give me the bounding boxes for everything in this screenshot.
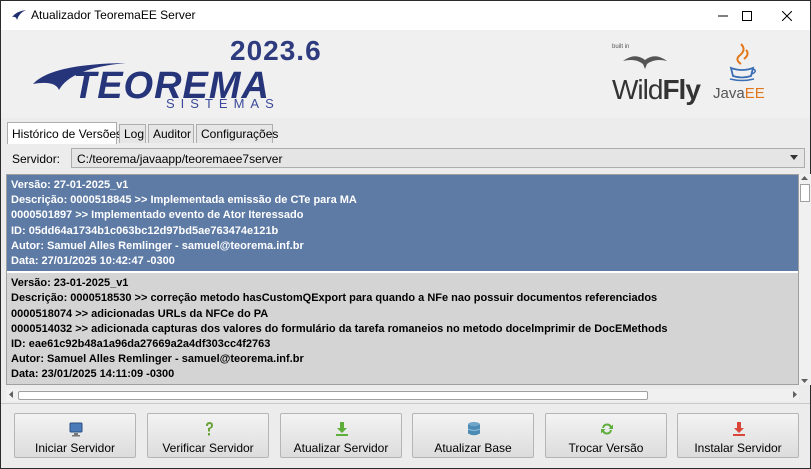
- tab-historico-versoes[interactable]: Histórico de Versões: [7, 122, 122, 144]
- version-history-list[interactable]: Versão: 27-01-2025_v1 Descrição: 0000518…: [6, 174, 799, 385]
- java-text: Java: [713, 85, 745, 102]
- button-label: Iniciar Servidor: [34, 441, 116, 455]
- history-description-line: 0000518074 >> adicionadas URLs da NFCe d…: [11, 307, 269, 320]
- button-label: Verificar Servidor: [162, 441, 254, 455]
- java-ee-text: EE: [744, 85, 765, 102]
- history-description: Descrição: 0000518845 >> Implementada em…: [11, 194, 357, 207]
- vertical-scroll-thumb[interactable]: [800, 184, 810, 202]
- title-bar: Atualizador TeoremaEE Server: [1, 1, 810, 30]
- history-description-line: 0000501897 >> Implementado evento de Ato…: [11, 209, 304, 222]
- history-description-line: 0000514032 >> adicionada capturas dos va…: [11, 322, 668, 335]
- wildfly-icon: [623, 56, 667, 69]
- scroll-left-icon[interactable]: [9, 391, 13, 398]
- instalar-servidor-button[interactable]: Instalar Servidor: [677, 413, 799, 458]
- history-id: ID: 05dd64a1734b1c063bc12d97bd5ae763474e…: [11, 224, 279, 237]
- wildfly-bold-text: Fly: [662, 74, 700, 105]
- java-ee-logo: JavaEE: [713, 85, 765, 102]
- history-author: Autor: Samuel Alles Remlinger - samuel@t…: [11, 353, 304, 366]
- divider: [1, 403, 810, 404]
- iniciar-servidor-button[interactable]: Iniciar Servidor: [14, 413, 136, 458]
- chevron-down-icon: [790, 155, 798, 160]
- history-id: ID: eae61c92b48a1a96da27669a2a4df303cc4f…: [11, 338, 271, 351]
- history-date: Data: 23/01/2025 14:11:09 -0300: [11, 368, 175, 381]
- question-icon: [206, 422, 213, 436]
- scroll-up-icon[interactable]: [801, 176, 808, 180]
- install-icon: [733, 422, 745, 436]
- horizontal-scrollbar[interactable]: [6, 389, 799, 401]
- logo-header: 2023.6 TEOREMA SISTEMAS built in WildFly…: [1, 30, 810, 118]
- button-label: Instalar Servidor: [694, 441, 782, 455]
- tab-auditor[interactable]: Auditor: [148, 124, 194, 143]
- server-select[interactable]: C:/teorema/javaapp/teoremaee7server: [71, 148, 805, 168]
- logo-subtitle: SISTEMAS: [166, 96, 280, 111]
- atualizar-base-button[interactable]: Atualizar Base: [412, 413, 534, 458]
- java-cup-icon: [729, 43, 756, 82]
- verificar-servidor-button[interactable]: Verificar Servidor: [147, 413, 269, 458]
- history-entry-selected[interactable]: Versão: 27-01-2025_v1 Descrição: 0000518…: [7, 175, 798, 272]
- app-window: Atualizador TeoremaEE Server 2023.6 TEOR…: [0, 0, 811, 469]
- history-date: Data: 27/01/2025 10:42:47 -0300: [11, 255, 175, 268]
- history-author: Autor: Samuel Alles Remlinger - samuel@t…: [11, 239, 304, 252]
- window-title: Atualizador TeoremaEE Server: [31, 8, 196, 22]
- scroll-down-icon[interactable]: [801, 379, 808, 383]
- tab-configuracoes[interactable]: Configurações: [196, 124, 278, 143]
- history-version: Versão: 23-01-2025_v1: [11, 277, 129, 290]
- app-logo-icon: [12, 10, 26, 20]
- download-icon: [336, 422, 348, 436]
- vertical-scrollbar[interactable]: [799, 174, 811, 385]
- history-entry[interactable]: Versão: 23-01-2025_v1 Descrição: 0000518…: [7, 271, 798, 384]
- history-version: Versão: 27-01-2025_v1: [11, 179, 129, 191]
- wildfly-builtin-label: built in: [612, 44, 630, 50]
- server-label: Servidor:: [12, 152, 61, 166]
- wildfly-logo: WildFly: [612, 74, 701, 106]
- wildfly-light-text: Wild: [612, 74, 663, 105]
- horizontal-scroll-thumb[interactable]: [18, 391, 648, 400]
- maximize-icon: [742, 10, 752, 21]
- trocar-versao-button[interactable]: Trocar Versão: [545, 413, 667, 458]
- server-select-value: C:/teorema/javaapp/teoremaee7server: [77, 152, 283, 166]
- close-button[interactable]: [764, 1, 810, 30]
- button-label: Atualizar Base: [434, 441, 512, 455]
- close-icon: [782, 10, 792, 21]
- history-description: Descrição: 0000518530 >> correção metodo…: [11, 292, 658, 305]
- scroll-right-icon[interactable]: [793, 391, 797, 398]
- database-icon: [467, 422, 481, 436]
- monitor-icon: [69, 422, 83, 437]
- button-label: Atualizar Servidor: [293, 441, 389, 455]
- tab-log[interactable]: Log: [119, 124, 146, 143]
- atualizar-servidor-button[interactable]: Atualizar Servidor: [280, 413, 402, 458]
- button-label: Trocar Versão: [568, 441, 644, 455]
- refresh-icon: [601, 423, 613, 435]
